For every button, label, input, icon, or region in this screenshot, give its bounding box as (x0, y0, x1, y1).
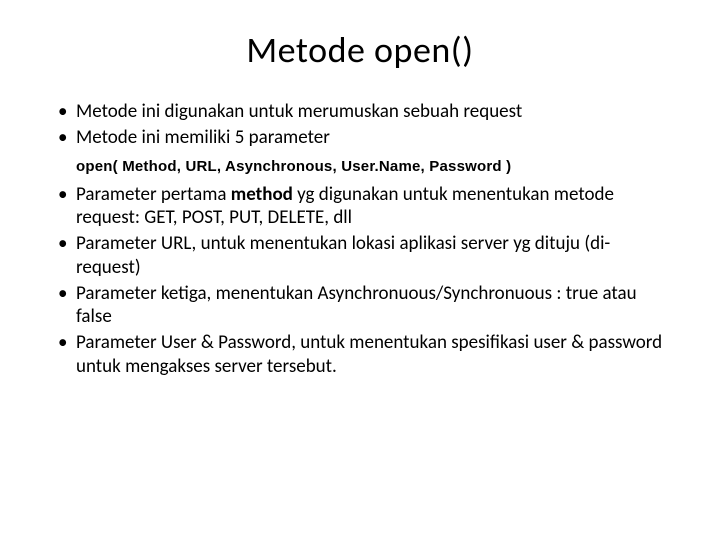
list-item: Parameter User & Password, untuk menentu… (50, 331, 670, 379)
bullet-list-2: Parameter pertama method yg digunakan un… (50, 183, 670, 379)
list-item: Parameter URL, untuk menentukan lokasi a… (50, 232, 670, 280)
list-item: Metode ini memiliki 5 parameter (50, 126, 670, 150)
bold-text: method (231, 183, 293, 206)
list-item: Parameter ketiga, menentukan Asynchronuo… (50, 282, 670, 330)
slide-title: Metode open() (50, 28, 670, 72)
bullet-list: Metode ini digunakan untuk merumuskan se… (50, 100, 670, 150)
text-span: Parameter pertama (76, 183, 231, 206)
slide: Metode open() Metode ini digunakan untuk… (0, 0, 720, 540)
list-item: Metode ini digunakan untuk merumuskan se… (50, 100, 670, 124)
code-signature: open( Method, URL, Asynchronous, User.Na… (76, 158, 670, 175)
list-item: Parameter pertama method yg digunakan un… (50, 183, 670, 231)
